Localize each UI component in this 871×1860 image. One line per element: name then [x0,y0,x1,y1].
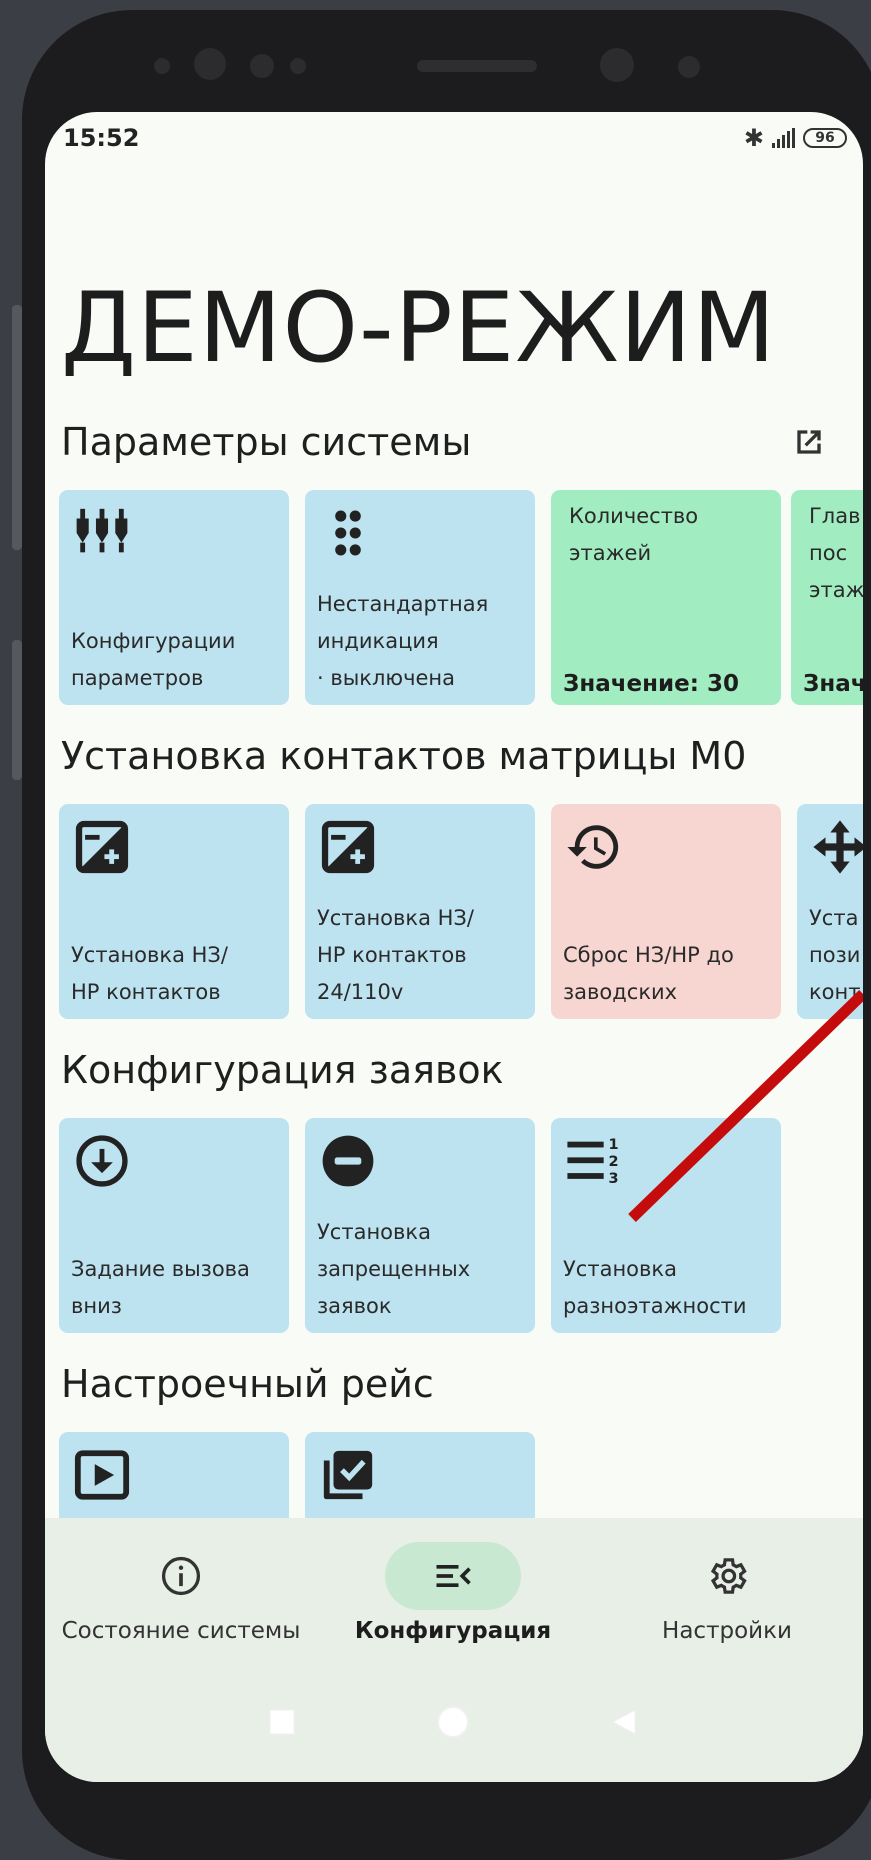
tile-label: Конфигурации параметров [71,629,236,690]
page-title: ДЕМО-РЕЖИМ [61,272,777,384]
history-icon [567,825,619,869]
tile-label: Уста пози конт [809,906,861,1004]
battery-icon: 96 [803,128,847,148]
tile-reset-nc-no-defaults[interactable]: Сброс НЗ/НР до заводских [551,804,781,1019]
earpiece-speaker [417,60,537,72]
tile-value: Значение: 30 [563,671,739,697]
bluetooth-icon: ✱ [743,124,764,152]
nav-item-system-status[interactable]: Состояние системы [45,1542,317,1644]
tile-value: Знач [803,671,863,697]
front-camera [600,48,634,82]
phone-side-button-upper [12,305,22,550]
nav-label: Конфигурация [354,1618,552,1644]
front-camera [194,48,226,80]
open-external-icon[interactable] [789,422,829,462]
signal-icon [772,128,795,148]
tile-label: Задание вызова вниз [71,1257,250,1318]
library-check-icon [323,1450,373,1500]
section-title-system-params: Параметры системы [61,420,472,464]
arrow-down-circle-icon [76,1135,128,1187]
numbered-list-icon: 1 2 3 [567,1137,619,1187]
plus-minus-icon [321,820,375,874]
sliders-icon [76,508,128,553]
tile-label: Нестандартная индикация · выключена [317,592,489,690]
sensor-dot [250,54,274,78]
nav-item-settings[interactable]: Настройки [591,1542,863,1644]
plus-minus-icon [75,820,129,874]
tile-forbidden-calls[interactable]: Установка запрещенных заявок [305,1118,535,1333]
tile-label: Установка НЗ/ НР контактов 24/110v [317,906,474,1004]
sensor-dot [154,58,170,74]
sensor-dot [678,56,700,78]
app-screen: 15:52 ✱ 96 ДЕМО-РЕЖИМ Параметры системы … [45,112,863,1782]
nav-label: Настройки [662,1618,792,1644]
tile-set-down-call[interactable]: Задание вызова вниз [59,1118,289,1333]
tile-label: Установка разноэтажности [563,1257,747,1318]
gear-icon [710,1558,747,1594]
dots-grid-icon [335,510,361,556]
play-box-icon [74,1450,130,1500]
info-icon [161,1556,201,1596]
tile-set-nc-no-contacts[interactable]: Установка НЗ/ НР контактов [59,804,289,1019]
tile-floor-count[interactable]: Количество этажей Значение: 30 [551,490,781,705]
tile-multi-floor-setup[interactable]: 1 2 3 Установка разноэтажности [551,1118,781,1333]
status-time: 15:52 [63,124,140,152]
menu-open-icon [436,1565,471,1587]
svg-text:2: 2 [609,1154,619,1170]
tile-main-landing-floor[interactable]: Глав пос этаж Знач [791,490,863,705]
recents-button[interactable] [267,1707,297,1737]
minus-circle-icon [322,1135,374,1187]
tile-custom-indication[interactable]: Нестандартная индикация · выключена [305,490,535,705]
bottom-navigation: Состояние системы Конфигурация Настройки [45,1518,863,1782]
tile-label: Сброс НЗ/НР до заводских [563,943,734,1004]
battery-level: 96 [815,130,835,146]
tile-label: Глав пос этаж [809,504,863,602]
nav-label: Состояние системы [61,1618,301,1644]
section-title-call-config: Конфигурация заявок [61,1048,504,1092]
tile-label: Установка НЗ/ НР контактов [71,943,228,1004]
move-icon [813,820,863,874]
phone-side-button-lower [12,640,22,780]
tile-label: Установка запрещенных заявок [317,1220,471,1318]
tile-label: Количество этажей [569,504,699,565]
home-button[interactable] [435,1704,471,1740]
section-title-matrix-contacts: Установка контактов матрицы М0 [61,734,747,778]
tile-set-nc-no-contacts-24-110v[interactable]: Установка НЗ/ НР контактов 24/110v [305,804,535,1019]
sensor-dot [290,58,306,74]
tile-contact-positions[interactable]: Уста пози конт [797,804,863,1019]
section-title-setup-run: Настроечный рейс [61,1362,434,1406]
nav-item-configuration[interactable]: Конфигурация [317,1542,589,1644]
svg-text:1: 1 [609,1137,619,1153]
svg-text:3: 3 [609,1171,619,1187]
tile-param-config[interactable]: Конфигурации параметров [59,490,289,705]
status-bar: 15:52 ✱ 96 [45,112,863,166]
back-button[interactable] [609,1707,639,1737]
